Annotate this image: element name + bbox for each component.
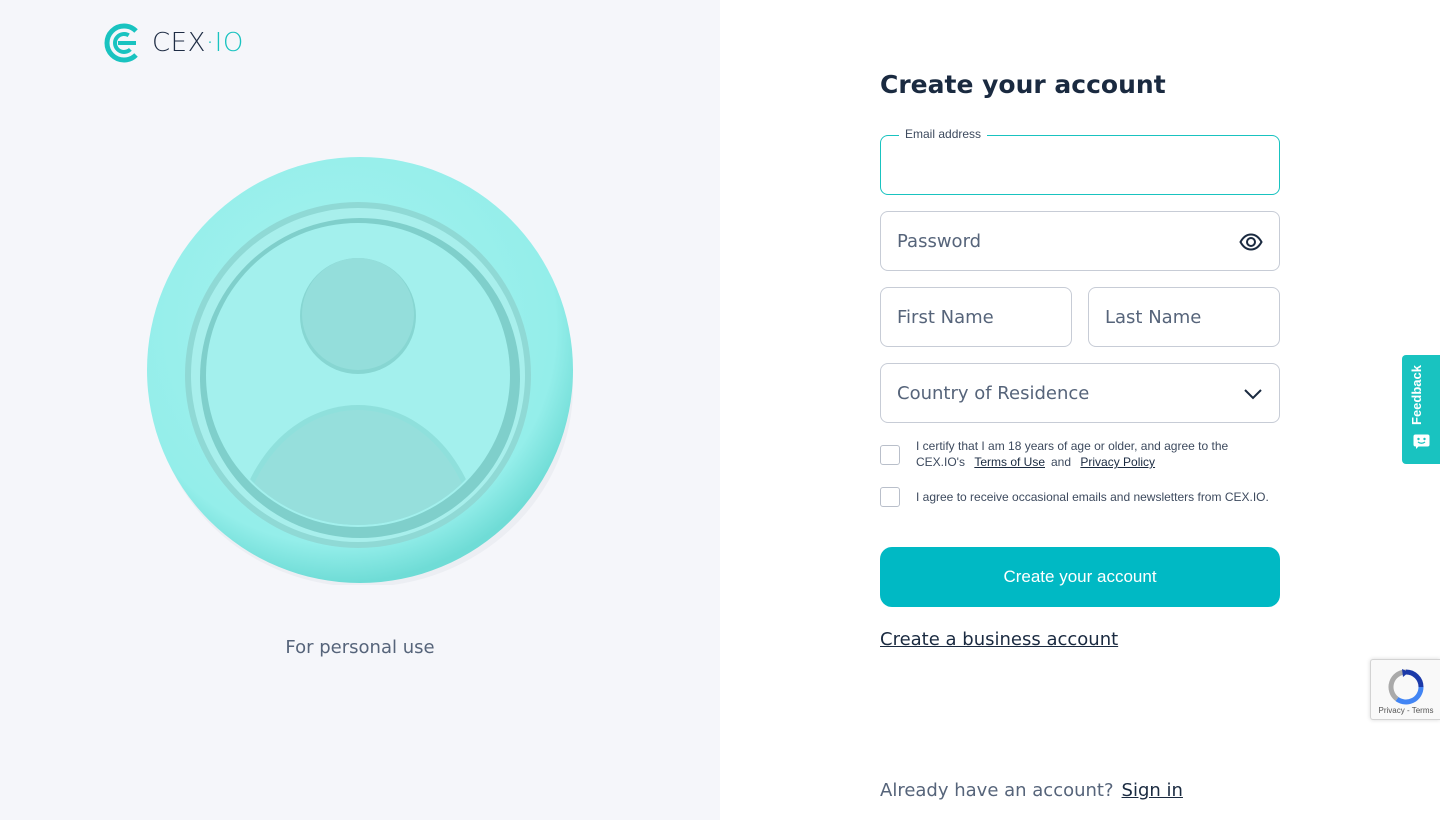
recaptcha-badge[interactable]: Privacy - Terms bbox=[1370, 659, 1440, 720]
last-name-field[interactable]: Last Name bbox=[1088, 287, 1280, 347]
recaptcha-links: Privacy - Terms bbox=[1371, 706, 1440, 715]
email-field[interactable]: Email address bbox=[880, 127, 1280, 195]
signin-row: Already have an account? Sign in bbox=[880, 780, 1183, 801]
age-consent-label: I certify that I am 18 years of age or o… bbox=[916, 439, 1229, 469]
password-field[interactable]: Password bbox=[880, 211, 1280, 271]
brand-io: IO bbox=[214, 28, 244, 58]
feedback-tab[interactable]: Feedback bbox=[1402, 355, 1440, 464]
left-panel: CEX·IO For personal use bbox=[0, 0, 720, 820]
cex-logo-icon bbox=[104, 23, 144, 63]
recaptcha-privacy-link[interactable]: Privacy bbox=[1379, 706, 1405, 715]
recaptcha-terms-link[interactable]: Terms bbox=[1412, 706, 1434, 715]
personal-account-illustration bbox=[147, 157, 573, 585]
brand-logo[interactable]: CEX·IO bbox=[104, 23, 244, 63]
brand-cex: CEX bbox=[152, 28, 206, 58]
brand-wordmark: CEX·IO bbox=[152, 28, 244, 58]
age-consent-text: I certify that I am 18 years of age or o… bbox=[916, 438, 1280, 470]
email-input[interactable] bbox=[881, 136, 1279, 194]
age-consent-row: I certify that I am 18 years of age or o… bbox=[880, 438, 1280, 470]
privacy-policy-link[interactable]: Privacy Policy bbox=[1080, 455, 1155, 469]
page-title: Create your account bbox=[880, 70, 1166, 99]
show-password-icon[interactable] bbox=[1239, 230, 1263, 254]
consent-joiner: and bbox=[1051, 455, 1072, 469]
first-name-field[interactable]: First Name bbox=[880, 287, 1072, 347]
personal-use-caption: For personal use bbox=[285, 637, 435, 658]
sign-in-link[interactable]: Sign in bbox=[1122, 780, 1183, 801]
feedback-label: Feedback bbox=[1409, 365, 1424, 425]
recaptcha-icon bbox=[1388, 669, 1424, 705]
age-consent-checkbox[interactable] bbox=[880, 445, 900, 465]
terms-of-use-link[interactable]: Terms of Use bbox=[974, 455, 1045, 469]
recaptcha-separator: - bbox=[1406, 706, 1410, 715]
feedback-smile-icon bbox=[1413, 434, 1430, 449]
chevron-down-icon bbox=[1244, 389, 1262, 400]
password-placeholder: Password bbox=[897, 231, 982, 252]
create-account-button[interactable]: Create your account bbox=[880, 547, 1280, 607]
first-name-placeholder: First Name bbox=[897, 307, 994, 328]
country-placeholder: Country of Residence bbox=[897, 383, 1090, 404]
newsletter-consent-text: I agree to receive occasional emails and… bbox=[916, 490, 1269, 504]
newsletter-consent-checkbox[interactable] bbox=[880, 487, 900, 507]
create-business-account-link[interactable]: Create a business account bbox=[880, 629, 1118, 650]
signin-prompt: Already have an account? bbox=[880, 780, 1114, 801]
newsletter-consent-row: I agree to receive occasional emails and… bbox=[880, 487, 1280, 507]
brand-dot: · bbox=[205, 28, 215, 58]
country-select[interactable]: Country of Residence bbox=[880, 363, 1280, 423]
last-name-placeholder: Last Name bbox=[1105, 307, 1202, 328]
